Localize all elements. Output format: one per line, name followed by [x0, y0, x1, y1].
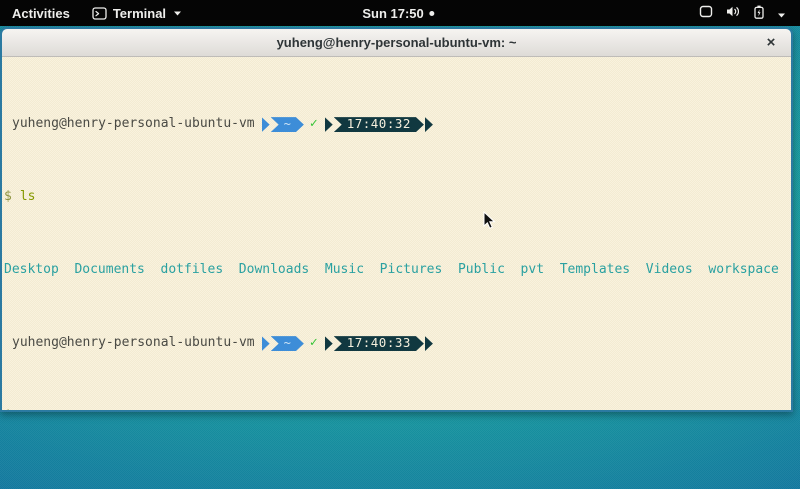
window-title: yuheng@henry-personal-ubuntu-vm: ~ — [277, 35, 517, 50]
clock-menu[interactable]: Sun 17:50 — [362, 0, 434, 26]
powerline-arrow-icon — [325, 117, 333, 132]
terminal-cursor — [20, 410, 28, 412]
terminal-window: yuheng@henry-personal-ubuntu-vm: ~ × yuh… — [0, 27, 793, 412]
powerline-arrow-icon — [325, 336, 333, 351]
command-text: ls — [20, 190, 36, 205]
powerline-path-segment: ~ — [262, 117, 304, 132]
terminal-icon — [92, 7, 107, 20]
chevron-down-icon — [173, 10, 182, 16]
prompt-path: ~ — [271, 336, 304, 351]
mouse-cursor — [483, 211, 496, 235]
input-line[interactable]: $ — [4, 409, 791, 412]
powerline-arrow-icon — [262, 336, 270, 351]
prompt-time: 17:40:33 — [334, 336, 424, 351]
powerline-arrow-icon — [262, 117, 270, 132]
activities-button[interactable]: Activities — [0, 0, 82, 26]
clock-label: Sun 17:50 — [362, 6, 423, 21]
top-bar: Activities Terminal Sun 17:50 — [0, 0, 800, 26]
prompt-path: ~ — [271, 117, 304, 132]
prompt-user: yuheng@henry-personal-ubuntu-vm — [12, 336, 255, 351]
display-icon — [699, 5, 713, 21]
terminal-content[interactable]: yuheng@henry-personal-ubuntu-vm ~ ✓ 17:4… — [2, 57, 791, 411]
close-button[interactable]: × — [761, 33, 781, 53]
status-check-icon: ✓ — [310, 117, 318, 132]
status-check-icon: ✓ — [310, 336, 318, 351]
prompt-symbol: $ — [4, 190, 12, 205]
chevron-down-icon — [777, 6, 786, 21]
battery-charging-icon — [754, 5, 764, 22]
notification-dot — [430, 11, 435, 16]
app-menu-label: Terminal — [113, 6, 166, 21]
powerline-time-segment: 17:40:32 — [325, 117, 433, 132]
powerline-arrow-icon — [425, 336, 433, 351]
powerline-path-segment: ~ — [262, 336, 304, 351]
powerline-time-segment: 17:40:33 — [325, 336, 433, 351]
command-line: $ ls — [4, 190, 791, 205]
powerline-arrow-icon — [425, 117, 433, 132]
ls-output-line: Desktop Documents dotfiles Downloads Mus… — [4, 263, 791, 278]
desktop: Activities Terminal Sun 17:50 — [0, 0, 800, 489]
prompt-symbol: $ — [4, 409, 12, 412]
volume-icon — [726, 5, 741, 21]
system-status-area[interactable] — [693, 0, 792, 26]
prompt-line-2: yuheng@henry-personal-ubuntu-vm ~ ✓ 17:4… — [4, 336, 791, 351]
app-menu[interactable]: Terminal — [82, 0, 192, 26]
window-title-bar[interactable]: yuheng@henry-personal-ubuntu-vm: ~ × — [2, 29, 791, 57]
prompt-line-1: yuheng@henry-personal-ubuntu-vm ~ ✓ 17:4… — [4, 117, 791, 132]
prompt-time: 17:40:32 — [334, 117, 424, 132]
prompt-user: yuheng@henry-personal-ubuntu-vm — [12, 117, 255, 132]
